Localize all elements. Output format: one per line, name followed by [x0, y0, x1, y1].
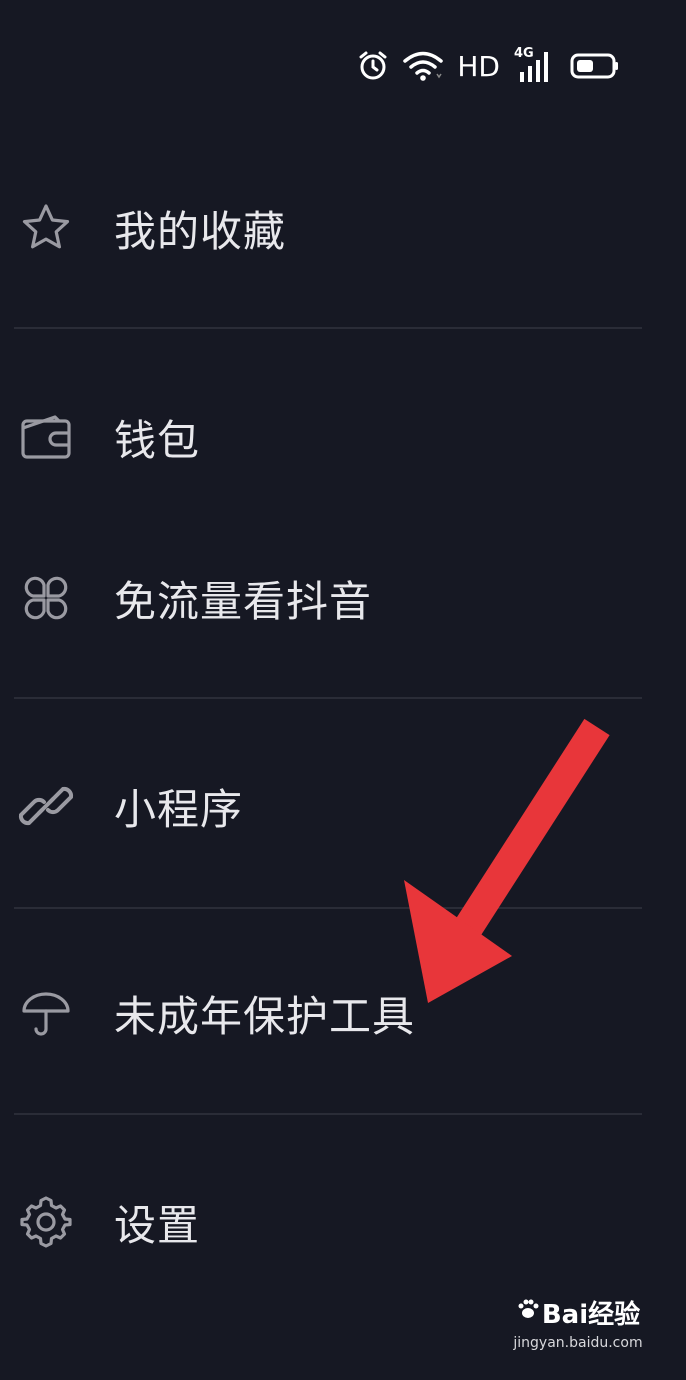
battery-icon [570, 52, 620, 80]
divider [14, 907, 642, 909]
star-icon [18, 200, 74, 256]
wifi-icon [403, 50, 444, 82]
menu-item-favorites[interactable]: 我的收藏 [0, 173, 686, 283]
signal-icon: 4G [514, 46, 556, 84]
baidu-jingyan-watermark: Bai经验 jingyan.baidu.com [508, 1294, 648, 1364]
status-bar: HD 4G [357, 46, 620, 86]
menu-item-label: 设置 [114, 1200, 201, 1250]
watermark-brand-text: Bai经验 [541, 1300, 641, 1330]
hd-indicator: HD [457, 49, 500, 83]
menu-item-label: 免流量看抖音 [114, 576, 373, 626]
divider [14, 697, 642, 699]
menu-item-label: 钱包 [114, 415, 201, 465]
menu-item-free-data[interactable]: 免流量看抖音 [0, 543, 686, 653]
paw-icon [516, 1297, 540, 1328]
menu-item-settings[interactable]: 设置 [0, 1167, 686, 1277]
menu-item-label: 未成年保护工具 [114, 991, 416, 1041]
divider [14, 1113, 642, 1115]
watermark-brand: Bai经验 [508, 1294, 648, 1331]
menu-item-mini-programs[interactable]: 小程序 [0, 751, 686, 861]
watermark-url: jingyan.baidu.com [513, 1335, 643, 1351]
divider [14, 327, 642, 329]
gear-icon [18, 1194, 74, 1250]
link-icon [18, 778, 74, 834]
menu-item-wallet[interactable]: 钱包 [0, 382, 686, 492]
menu-item-label: 我的收藏 [114, 206, 287, 256]
umbrella-icon [18, 985, 74, 1041]
alarm-icon [357, 50, 389, 82]
drawer-menu-screen: HD 4G 我的收藏 钱包 免流量看抖音 小程序 未成年保护工具 设置 Bai经… [0, 0, 686, 1380]
four-petal-icon [18, 570, 74, 626]
wallet-icon [18, 409, 74, 465]
menu-item-label: 小程序 [114, 784, 244, 834]
menu-item-minor-protection[interactable]: 未成年保护工具 [0, 958, 686, 1068]
